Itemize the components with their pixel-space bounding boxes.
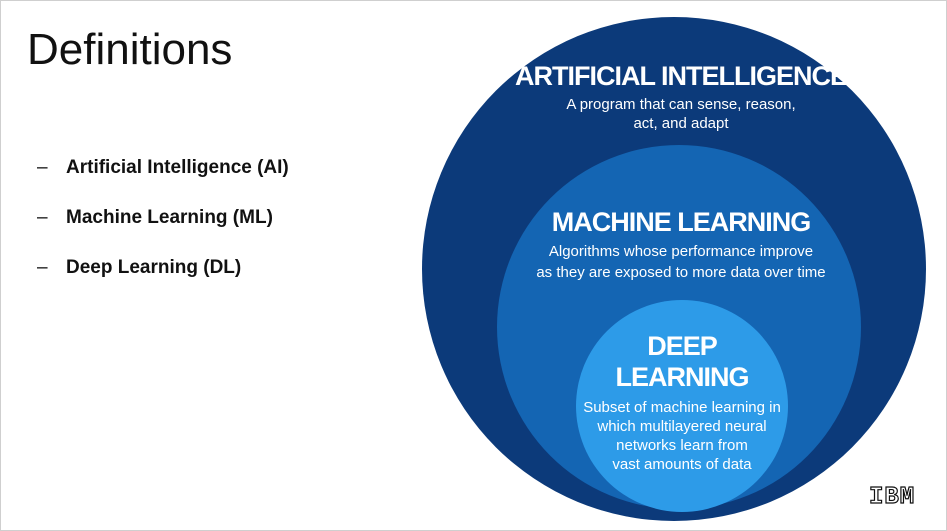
bullet-dl: Deep Learning (DL): [66, 257, 242, 278]
bullet-ai: Artificial Intelligence (AI): [66, 157, 289, 178]
list-item: – Machine Learning (ML): [37, 193, 289, 243]
bullet-dash: –: [37, 157, 48, 178]
ibm-logo: IBM: [868, 483, 916, 511]
ai-heading: ARTIFICIAL INTELLIGENCE: [515, 61, 847, 91]
dl-desc-line: which multilayered neural: [596, 418, 766, 435]
ai-ml-dl-diagram: ARTIFICIAL INTELLIGENCE A program that c…: [422, 17, 926, 521]
ml-heading: MACHINE LEARNING: [552, 207, 811, 237]
bullet-dash: –: [37, 207, 48, 228]
definitions-list: – Artificial Intelligence (AI) – Machine…: [37, 143, 289, 293]
dl-desc-line: vast amounts of data: [612, 456, 752, 473]
dl-heading-line: LEARNING: [616, 362, 749, 392]
list-item: – Artificial Intelligence (AI): [37, 143, 289, 193]
list-item: – Deep Learning (DL): [37, 243, 289, 293]
ml-desc-line: as they are exposed to more data over ti…: [536, 264, 825, 281]
dl-heading-line: DEEP: [647, 331, 718, 361]
ai-desc-line: A program that can sense, reason,: [566, 96, 795, 113]
slide-title: Definitions: [27, 25, 233, 74]
dl-desc-line: Subset of machine learning in: [583, 399, 781, 416]
ai-desc-line: act, and adapt: [633, 115, 729, 132]
ml-desc-line: Algorithms whose performance improve: [549, 243, 813, 260]
bullet-dash: –: [37, 257, 48, 278]
slide: Definitions – Artificial Intelligence (A…: [0, 0, 947, 531]
bullet-ml: Machine Learning (ML): [66, 207, 273, 228]
dl-desc-line: networks learn from: [616, 437, 748, 454]
